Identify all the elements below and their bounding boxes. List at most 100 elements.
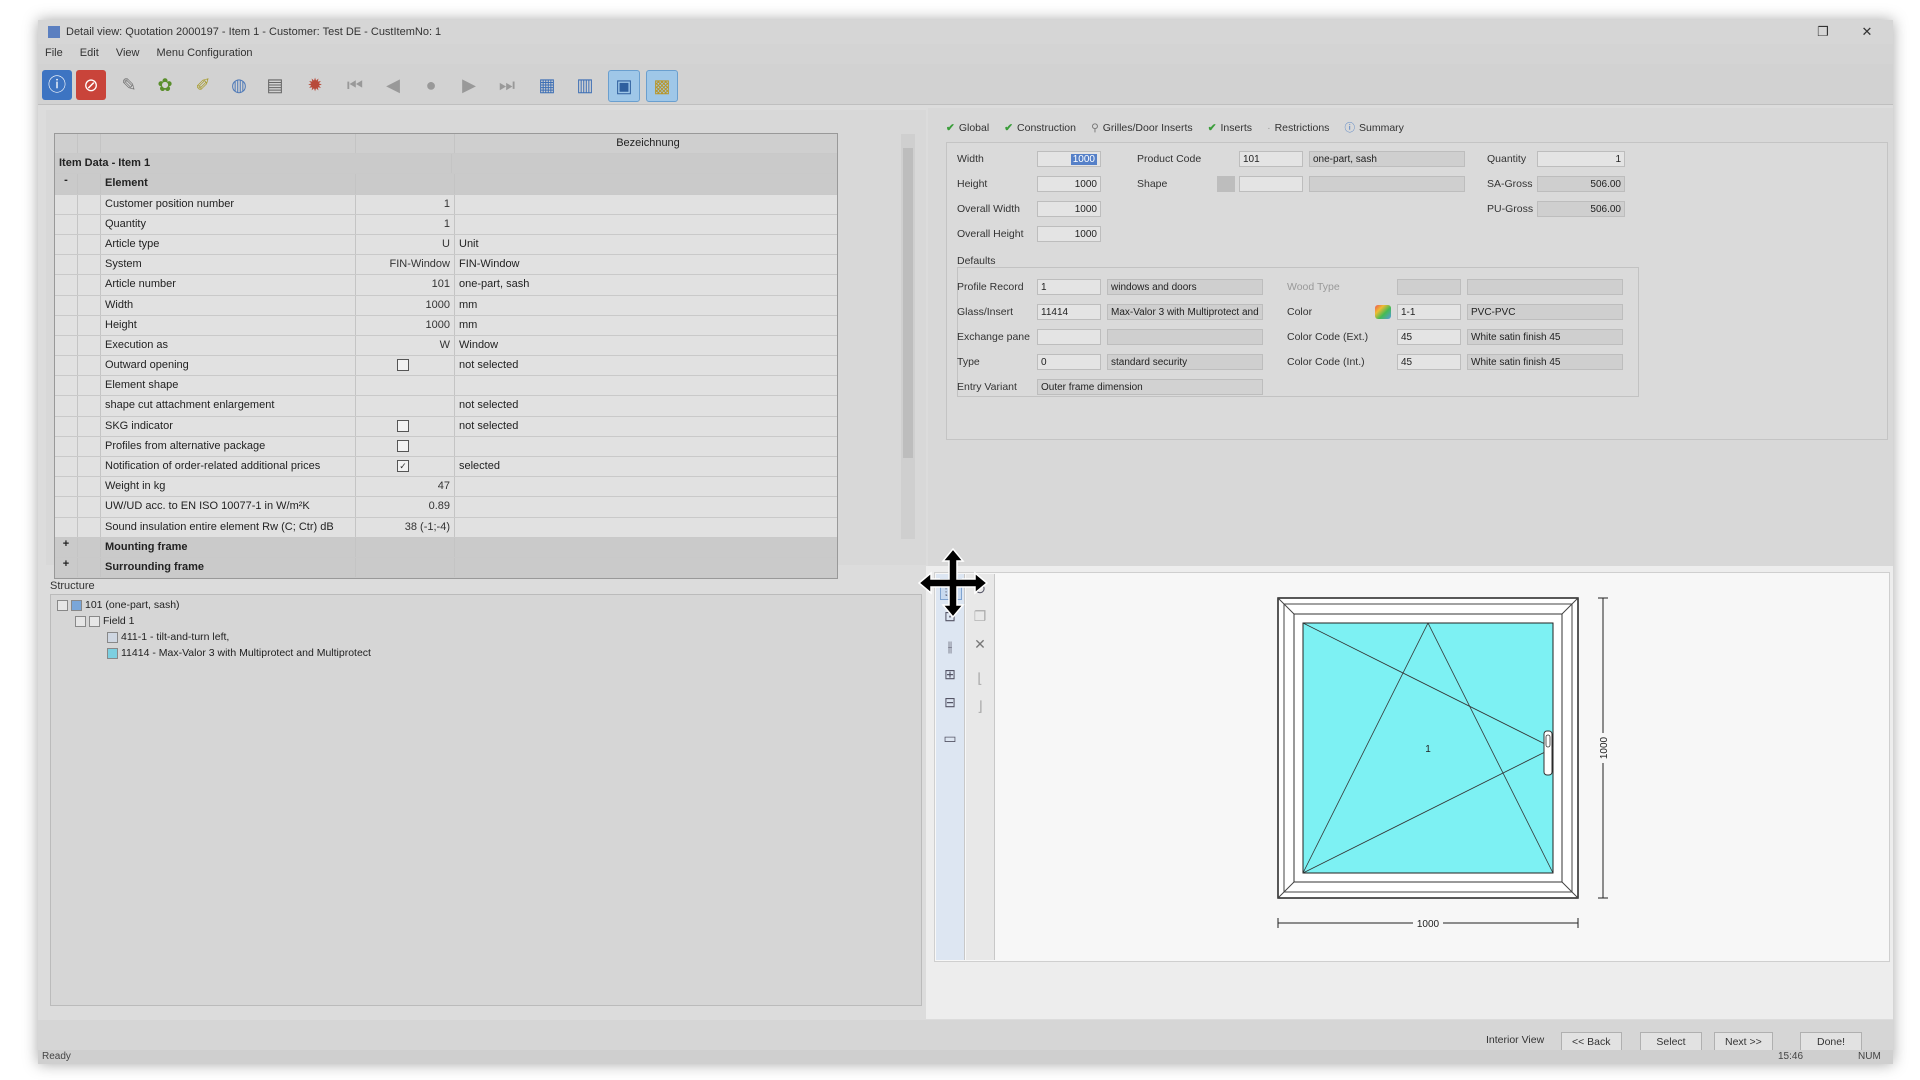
tab-grilles-door-inserts[interactable]: ⚲ Grilles/Door Inserts — [1091, 122, 1193, 134]
back-button[interactable]: << Back — [1561, 1032, 1622, 1052]
grid-row[interactable]: Quantity 1 — [55, 214, 837, 235]
property-value[interactable] — [356, 376, 455, 396]
type-field[interactable]: 0 — [1037, 354, 1101, 370]
property-value[interactable]: 1000 — [356, 295, 455, 315]
tree-item-sash[interactable]: 411-1 - tilt-and-turn left, — [107, 631, 229, 643]
profile-record-field[interactable]: 1 — [1037, 279, 1101, 295]
grid-row[interactable]: Article number 101 one-part, sash — [55, 275, 837, 296]
grid-row[interactable]: UW/UD acc. to EN ISO 10077-1 in W/m²K 0.8… — [55, 497, 837, 518]
grid-row[interactable]: Sound insulation entire element Rw (C; C… — [55, 517, 837, 538]
grid-row[interactable]: Execution as W Window — [55, 335, 837, 357]
globe-button[interactable]: ◍ — [224, 70, 254, 100]
grid-row[interactable]: Width 1000 mm — [55, 295, 837, 316]
checkbox-checked[interactable]: ✓ — [397, 460, 409, 473]
glass-insert-field[interactable]: 11414 — [1037, 304, 1101, 320]
column-header-designation[interactable]: Bezeichnung — [455, 134, 837, 153]
property-checkbox[interactable] — [356, 356, 455, 376]
grid-row[interactable]: Height 1000 mm — [55, 315, 837, 336]
color-palette-icon[interactable] — [1375, 305, 1391, 319]
grid-row[interactable]: Notification of order-related additional… — [55, 457, 837, 478]
tree-item-glass[interactable]: 11414 - Max-Valor 3 with Multiprotect an… — [107, 647, 371, 659]
color-code-ext-field[interactable]: 45 — [1397, 329, 1461, 345]
grid-row[interactable]: Customer position number 1 — [55, 194, 837, 215]
grid-scrollbar[interactable] — [901, 134, 915, 539]
menu-edit[interactable]: Edit — [73, 44, 106, 62]
shape-button[interactable] — [1217, 176, 1235, 192]
grid-row[interactable]: shape cut attachment enlargement not sele… — [55, 396, 837, 417]
bulb-button[interactable]: ✹ — [300, 70, 330, 100]
grid-row[interactable]: Profiles from alternative package — [55, 436, 837, 457]
collapse-icon[interactable] — [75, 615, 86, 627]
first-record-button[interactable]: ⏮ — [340, 70, 370, 100]
entry-variant-select[interactable]: Outer frame dimension — [1037, 379, 1263, 395]
property-value[interactable]: FIN-Window — [356, 255, 455, 275]
property-value[interactable]: 38 (-1;-4) — [356, 517, 455, 537]
window-drawing-button[interactable]: ▣ — [608, 70, 640, 102]
property-checkbox[interactable] — [356, 416, 455, 436]
grid-row[interactable]: System FIN-Window FIN-Window — [55, 255, 837, 276]
menu-view[interactable]: View — [109, 44, 147, 62]
property-value[interactable] — [356, 537, 455, 557]
list-view-button[interactable]: ▥ — [570, 70, 600, 100]
property-checkbox[interactable]: ✓ — [356, 457, 455, 477]
tab-inserts[interactable]: ✔ Inserts — [1208, 122, 1252, 134]
tree-item-article[interactable]: 101 (one-part, sash) — [57, 599, 180, 611]
grid-row[interactable]: Element shape — [55, 376, 837, 397]
color-field[interactable]: 1-1 — [1397, 304, 1461, 320]
property-value[interactable] — [356, 557, 455, 578]
prev-record-button[interactable]: ◀ — [378, 70, 408, 100]
quantity-field[interactable]: 1 — [1537, 151, 1625, 167]
document-button[interactable]: ▤ — [260, 70, 290, 100]
grid-row[interactable]: Outward opening not selected — [55, 356, 837, 377]
checkbox-unchecked[interactable] — [397, 419, 409, 432]
expand-toggle[interactable]: + — [55, 557, 78, 578]
grid-view-button[interactable]: ▦ — [532, 70, 562, 100]
next-button[interactable]: Next >> — [1714, 1032, 1773, 1052]
close-button[interactable]: ✕ — [1845, 20, 1889, 44]
interior-view-toggle[interactable]: Interior View — [1486, 1034, 1544, 1046]
collapse-icon[interactable] — [57, 599, 68, 611]
next-record-button[interactable]: ▶ — [454, 70, 484, 100]
product-code-field[interactable]: 101 — [1239, 151, 1303, 167]
width-field[interactable]: 1000 — [1037, 151, 1101, 167]
property-value[interactable]: 47 — [356, 477, 455, 497]
grid-row[interactable]: SKG indicator not selected — [55, 416, 837, 437]
scrollbar-thumb[interactable] — [903, 148, 913, 458]
wrench-button[interactable]: ✎ — [114, 70, 144, 100]
property-value[interactable]: U — [356, 234, 455, 255]
property-value[interactable]: W — [356, 335, 455, 356]
menu-configuration[interactable]: Menu Configuration — [150, 44, 260, 62]
property-value[interactable] — [356, 174, 455, 194]
property-value[interactable]: 1000 — [356, 315, 455, 335]
record-button[interactable]: ● — [416, 70, 446, 100]
expand-toggle[interactable]: - — [55, 174, 78, 194]
palette-button[interactable]: ✐ — [188, 70, 218, 100]
grid-row[interactable]: Weight in kg 47 — [55, 477, 837, 498]
grid-section-row[interactable]: + Mounting frame — [55, 537, 837, 558]
color-code-int-field[interactable]: 45 — [1397, 354, 1461, 370]
property-value[interactable] — [356, 396, 455, 416]
property-value[interactable]: 1 — [356, 194, 455, 214]
property-value[interactable]: 101 — [356, 275, 455, 295]
grid-section-row[interactable]: - Element — [55, 174, 837, 195]
property-value[interactable]: 0.89 — [356, 497, 455, 517]
tab-summary[interactable]: ⓘ Summary — [1345, 120, 1404, 135]
menu-file[interactable]: File — [38, 44, 70, 62]
stop-button[interactable]: ⊘ — [76, 70, 106, 100]
color-wheel-button[interactable]: ✿ — [150, 70, 180, 100]
info-button[interactable]: ⓘ — [42, 70, 72, 100]
checkbox-unchecked[interactable] — [397, 439, 409, 452]
expand-toggle[interactable]: + — [55, 537, 78, 557]
select-button[interactable]: Select — [1640, 1032, 1702, 1052]
overall-width-field[interactable]: 1000 — [1037, 201, 1101, 217]
height-field[interactable]: 1000 — [1037, 176, 1101, 192]
tab-restrictions[interactable]: · Restrictions — [1267, 122, 1329, 134]
done-button[interactable]: Done! — [1800, 1032, 1862, 1052]
overall-height-field[interactable]: 1000 — [1037, 226, 1101, 242]
restore-button[interactable]: ❐ — [1801, 20, 1845, 44]
property-value[interactable]: 1 — [356, 214, 455, 234]
exchange-pane-field[interactable] — [1037, 329, 1101, 345]
grid-section-row[interactable]: + Surrounding frame — [55, 557, 837, 579]
shape-field[interactable] — [1239, 176, 1303, 192]
tab-construction[interactable]: ✔ Construction — [1004, 122, 1076, 134]
